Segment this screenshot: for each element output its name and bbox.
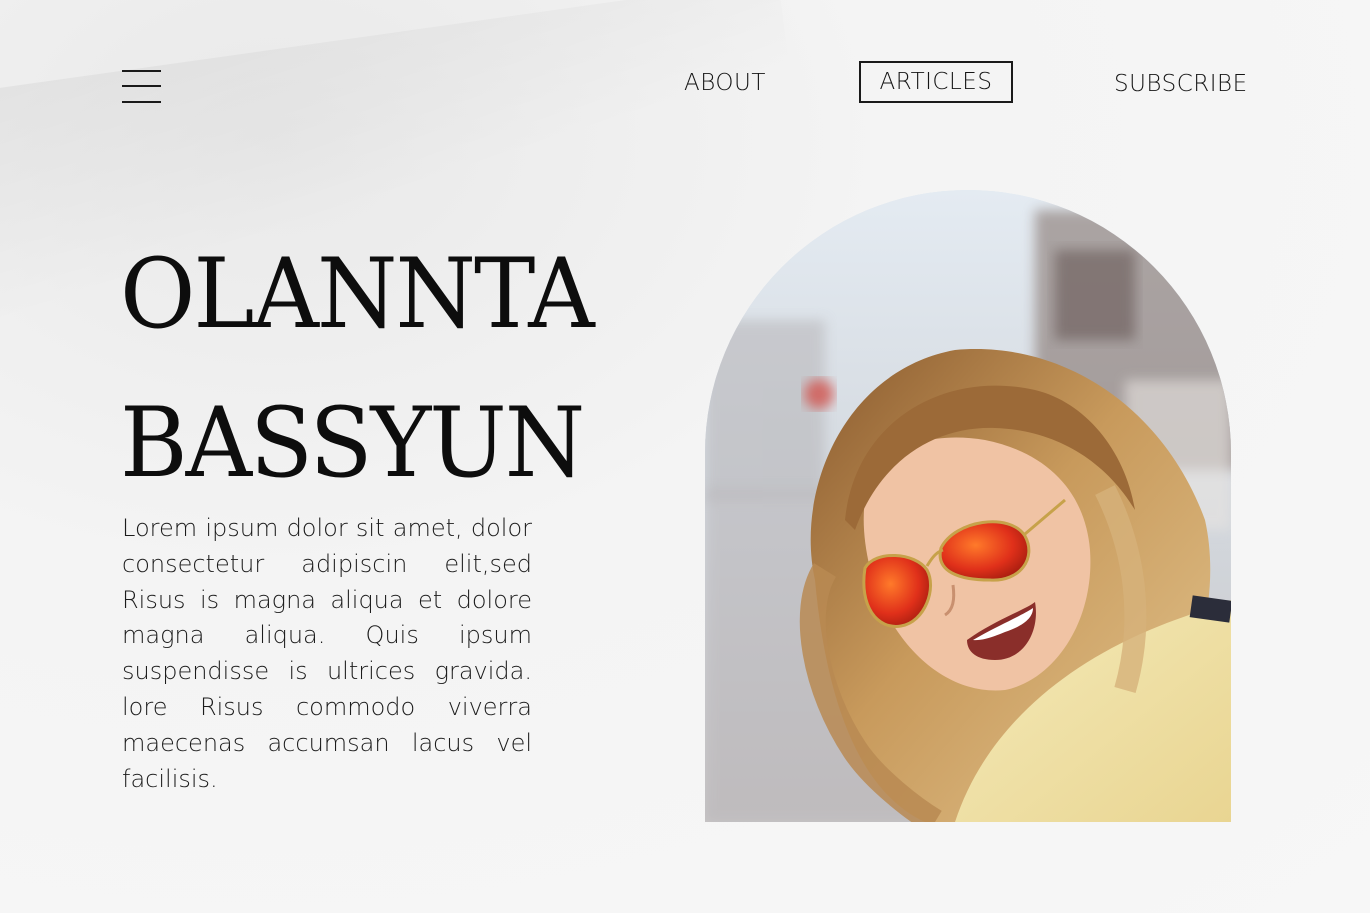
- menu-bar-bottom: [122, 101, 161, 103]
- nav-subscribe-link[interactable]: SUBSCRIBE: [1114, 71, 1248, 97]
- hero-body-text: Lorem ipsum dolor sit amet, dolor consec…: [122, 514, 532, 793]
- nav-about-link[interactable]: ABOUT: [684, 70, 766, 96]
- portrait-illustration: [705, 190, 1231, 822]
- menu-bar-top: [122, 70, 161, 72]
- menu-bar-middle: [122, 85, 161, 87]
- hero-portrait-image: [705, 190, 1231, 822]
- hero-title-line-2: BASSYUN: [120, 386, 585, 500]
- hamburger-menu-icon[interactable]: [122, 68, 162, 106]
- hero-title: OLANNTA BASSYUN: [120, 220, 595, 518]
- hero-title-line-1: OLANNTA: [120, 237, 595, 351]
- nav-articles-link[interactable]: ARTICLES: [859, 61, 1013, 103]
